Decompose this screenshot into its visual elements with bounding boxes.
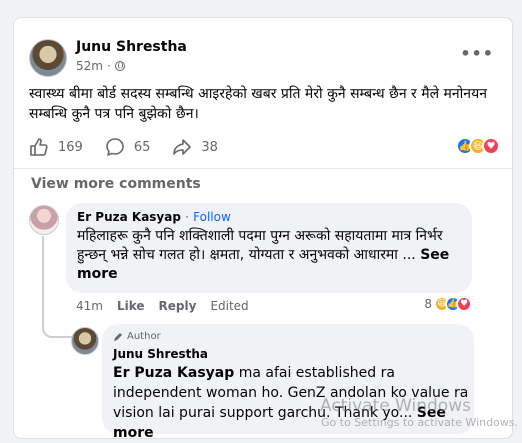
more-options-button[interactable]: ••• (460, 44, 494, 63)
comment-body: महिलाहरू कुनै पनि शक्तिशाली पदमा पुग्न अ… (77, 228, 443, 263)
post-card: Junu Shrestha 52m · ••• स्वास्थ्य बीमा ब… (13, 17, 513, 441)
like-button[interactable]: 169 (29, 137, 83, 157)
comment-icon (106, 138, 124, 156)
author-badge-label: Author (127, 331, 161, 342)
love-reaction-icon: ♥ (482, 137, 500, 155)
share-icon (173, 139, 192, 155)
meta-separator: · (106, 59, 111, 73)
reply-author-avatar[interactable] (71, 327, 99, 355)
comment-author: Er Puza Kasyap · Follow (77, 210, 231, 224)
comment-time[interactable]: 41m (76, 299, 103, 313)
commenter-avatar[interactable] (29, 205, 59, 235)
activate-windows-subtext: Go to Settings to activate Windows. (321, 416, 519, 429)
love-reaction-icon: ♥ (456, 296, 472, 312)
comment-count: 65 (133, 139, 151, 155)
post-time[interactable]: 52m (76, 59, 103, 73)
follow-link[interactable]: Follow (193, 210, 231, 224)
comment-button[interactable]: 65 (105, 137, 151, 157)
mention-link[interactable]: Er Puza Kasyap (113, 365, 234, 381)
share-button[interactable]: 38 (172, 137, 218, 157)
follow-dot: · (185, 210, 189, 224)
pencil-icon (114, 332, 122, 341)
edited-label: Edited (210, 299, 249, 313)
post-author-name[interactable]: Junu Shrestha (76, 39, 187, 55)
comment-reactions[interactable]: 8 😆 👍 ♥ (424, 296, 472, 312)
reply-author-name[interactable]: Junu Shrestha (113, 347, 208, 361)
divider (14, 168, 512, 169)
post-text: स्वास्थ्य बीमा बोर्ड सदस्य सम्बन्धि आइरह… (29, 86, 487, 122)
comment-author-name[interactable]: Er Puza Kasyap (77, 210, 181, 224)
comment-bubble: Er Puza Kasyap · Follow महिलाहरू कुनै पन… (66, 203, 472, 293)
thumbs-up-icon (30, 138, 48, 156)
comment-meta: 41m Like Reply Edited (76, 299, 249, 313)
post-reactions[interactable]: 👍 😆 ♥ (456, 137, 500, 155)
comment-reply-button[interactable]: Reply (159, 299, 197, 313)
like-count: 169 (58, 139, 83, 155)
author-badge: Author (113, 331, 161, 342)
view-more-comments-link[interactable]: View more comments (31, 176, 201, 192)
author-avatar[interactable] (29, 39, 67, 77)
comment-like-button[interactable]: Like (117, 299, 145, 313)
post-actions: 169 65 38 (29, 136, 240, 158)
share-count: 38 (201, 139, 218, 155)
comment-text: महिलाहरू कुनै पनि शक्तिशाली पदमा पुग्न अ… (77, 227, 467, 284)
activate-windows-watermark: Activate Windows (320, 396, 471, 416)
globe-icon (114, 61, 125, 71)
post-meta: 52m · (76, 59, 125, 73)
comment-reaction-count: 8 (424, 297, 432, 311)
